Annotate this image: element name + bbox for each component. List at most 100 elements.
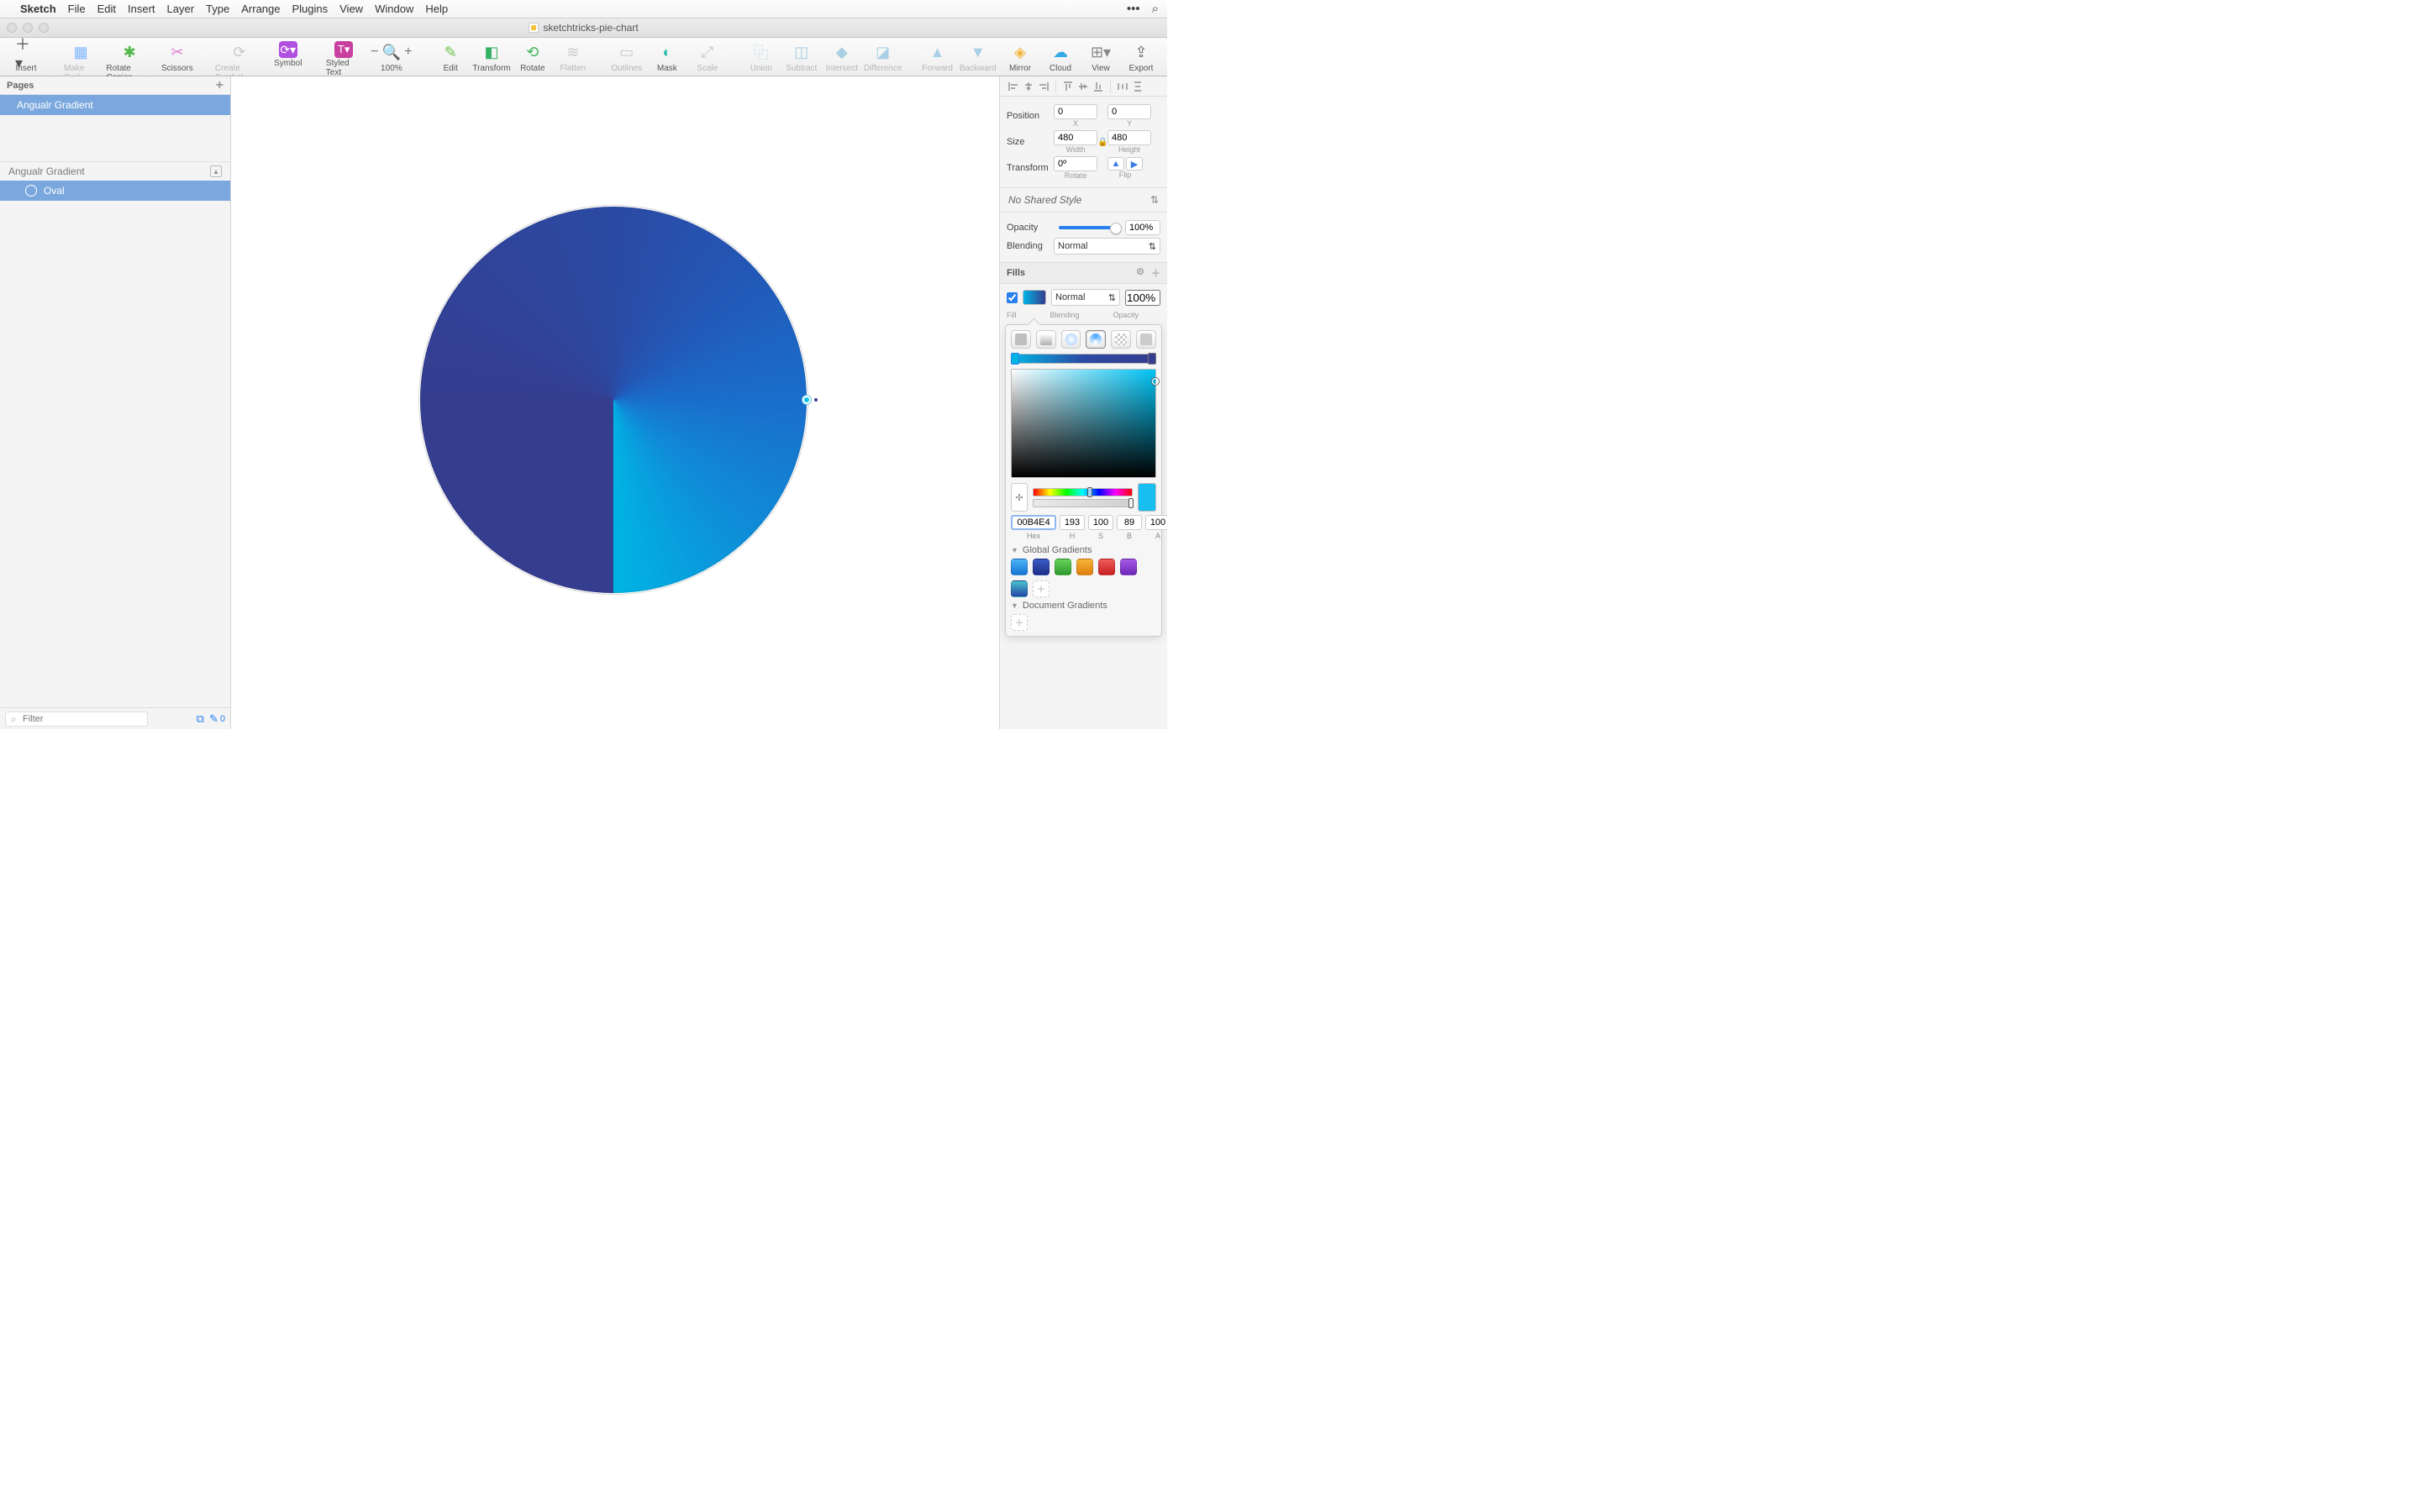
tool-cloud[interactable]: ☁ Cloud — [1041, 41, 1080, 73]
align-top-icon[interactable] — [1061, 80, 1075, 93]
gradient-swatch[interactable] — [1033, 559, 1050, 575]
collapse-icon[interactable]: ▴ — [210, 165, 222, 177]
gradient-bar[interactable] — [1011, 354, 1156, 364]
fill-type-linear[interactable] — [1036, 330, 1056, 349]
tool-view[interactable]: ⊞▾ View — [1081, 41, 1120, 73]
zoom-icon[interactable]: 🔍 — [384, 41, 399, 63]
gradient-stop-start[interactable] — [1011, 353, 1019, 365]
tool-flatten[interactable]: ≋ Flatten — [554, 41, 592, 73]
hue-cursor[interactable] — [1087, 487, 1092, 497]
page-item[interactable]: Angualr Gradient — [0, 95, 230, 115]
align-right-icon[interactable] — [1037, 80, 1050, 93]
hex-input[interactable] — [1011, 515, 1056, 530]
align-hcenter-icon[interactable] — [1022, 80, 1035, 93]
opacity-input[interactable] — [1125, 220, 1160, 235]
a-input[interactable] — [1145, 515, 1167, 530]
menu-edit[interactable]: Edit — [97, 3, 116, 15]
fill-opacity-input[interactable] — [1125, 290, 1160, 306]
align-left-icon[interactable]: 󠀠 — [1007, 80, 1020, 93]
flip-h-button[interactable]: ▲ — [1107, 157, 1124, 171]
gradient-handle-end[interactable] — [813, 397, 818, 402]
menu-window[interactable]: Window — [375, 3, 413, 15]
tool-styled-text[interactable]: T▾ Styled Text — [323, 41, 366, 77]
tool-mask[interactable]: ◐ Mask — [648, 41, 687, 73]
tool-union[interactable]: ⿻ Union — [742, 41, 781, 73]
tool-export[interactable]: ⇪ Export — [1122, 41, 1160, 73]
hue-slider[interactable] — [1033, 488, 1133, 496]
tool-scissors[interactable]: ✂ Scissors — [158, 41, 197, 73]
add-global-gradient[interactable]: ＋ — [1033, 580, 1050, 597]
fill-type-radial[interactable] — [1061, 330, 1081, 349]
traffic-minimize[interactable] — [23, 23, 33, 33]
document-gradients-header[interactable]: ▼ Document Gradients — [1011, 601, 1156, 611]
footer-overlap-icon[interactable]: ⧉ — [197, 712, 204, 726]
tool-intersect[interactable]: ◆ Intersect — [823, 41, 861, 73]
alpha-cursor[interactable] — [1128, 498, 1134, 508]
gradient-swatch[interactable] — [1098, 559, 1115, 575]
tool-backward[interactable]: ▼ Backward — [959, 41, 997, 73]
alpha-slider[interactable] — [1033, 499, 1133, 507]
gradient-swatch[interactable] — [1120, 559, 1137, 575]
tool-zoom[interactable]: − 🔍 + 100% — [366, 41, 416, 73]
position-x-input[interactable] — [1054, 104, 1097, 119]
menu-arrange[interactable]: Arrange — [241, 3, 280, 15]
layer-filter-input[interactable] — [5, 711, 148, 727]
distribute-v-icon[interactable] — [1131, 80, 1144, 93]
flip-v-button[interactable]: ▶ — [1126, 157, 1143, 171]
zoom-in-icon[interactable]: + — [401, 41, 416, 63]
add-document-gradient[interactable]: ＋ — [1011, 614, 1028, 631]
shared-style-dropdown[interactable]: No Shared Style ⇅ — [1000, 188, 1167, 213]
distribute-h-icon[interactable] — [1116, 80, 1129, 93]
menu-plugins[interactable]: Plugins — [292, 3, 328, 15]
menu-layer[interactable]: Layer — [167, 3, 195, 15]
tool-forward[interactable]: ▲ Forward — [918, 41, 957, 73]
tool-symbol[interactable]: ⟳▾ Symbol — [269, 41, 308, 68]
tool-mirror[interactable]: ◈ Mirror — [1001, 41, 1039, 73]
menu-help[interactable]: Help — [425, 3, 448, 15]
global-gradients-header[interactable]: ▼ Global Gradients — [1011, 545, 1156, 555]
saturation-brightness-field[interactable] — [1011, 369, 1156, 478]
align-vcenter-icon[interactable] — [1076, 80, 1090, 93]
menu-view[interactable]: View — [339, 3, 363, 15]
traffic-close[interactable] — [7, 23, 17, 33]
fill-type-solid[interactable] — [1011, 330, 1031, 349]
gradient-swatch[interactable] — [1011, 580, 1028, 597]
tool-difference[interactable]: ◪ Difference — [863, 41, 903, 73]
tool-edit[interactable]: ✎ Edit — [431, 41, 470, 73]
gradient-stop-end[interactable] — [1148, 353, 1156, 365]
fill-type-noise[interactable] — [1136, 330, 1156, 349]
align-bottom-icon[interactable] — [1092, 80, 1105, 93]
fill-type-angular[interactable] — [1086, 330, 1106, 349]
tool-transform[interactable]: ◧ Transform — [471, 41, 512, 73]
footer-edits-count[interactable]: ✎0 — [209, 712, 225, 726]
position-y-input[interactable] — [1107, 104, 1151, 119]
spotlight-icon[interactable]: ⌕ — [1152, 2, 1159, 16]
height-input[interactable] — [1107, 130, 1151, 145]
gradient-handle-start[interactable] — [802, 396, 811, 404]
traffic-lights[interactable] — [7, 23, 49, 33]
canvas[interactable] — [231, 76, 999, 729]
sb-cursor[interactable] — [1152, 378, 1159, 385]
menu-file[interactable]: File — [68, 3, 86, 15]
menu-insert[interactable]: Insert — [128, 3, 155, 15]
tool-outlines[interactable]: ▭ Outlines — [608, 41, 646, 73]
artboard-header[interactable]: Angualr Gradient ▴ — [0, 162, 230, 181]
fills-add-icon[interactable]: ＋ — [1151, 266, 1160, 280]
s-input[interactable] — [1088, 515, 1113, 530]
tool-subtract[interactable]: ◫ Subtract — [782, 41, 821, 73]
tool-scale[interactable]: ⤢ Scale — [688, 41, 727, 73]
traffic-zoom[interactable] — [39, 23, 49, 33]
menu-type[interactable]: Type — [206, 3, 229, 15]
blending-select[interactable]: Normal⇅ — [1054, 238, 1160, 255]
tool-insert[interactable]: ＋▾ Insert — [7, 41, 45, 73]
lock-aspect-icon[interactable]: 🔒 — [1097, 138, 1107, 147]
rotate-input[interactable] — [1054, 156, 1097, 171]
width-input[interactable] — [1054, 130, 1097, 145]
fill-swatch[interactable] — [1023, 290, 1046, 305]
add-page-button[interactable]: + — [216, 78, 224, 93]
fill-blend-select[interactable]: Normal⇅ — [1051, 289, 1120, 306]
oval-shape[interactable] — [420, 207, 807, 593]
h-input[interactable] — [1060, 515, 1085, 530]
menubar-more-icon[interactable]: ••• — [1127, 2, 1140, 16]
b-input[interactable] — [1117, 515, 1142, 530]
